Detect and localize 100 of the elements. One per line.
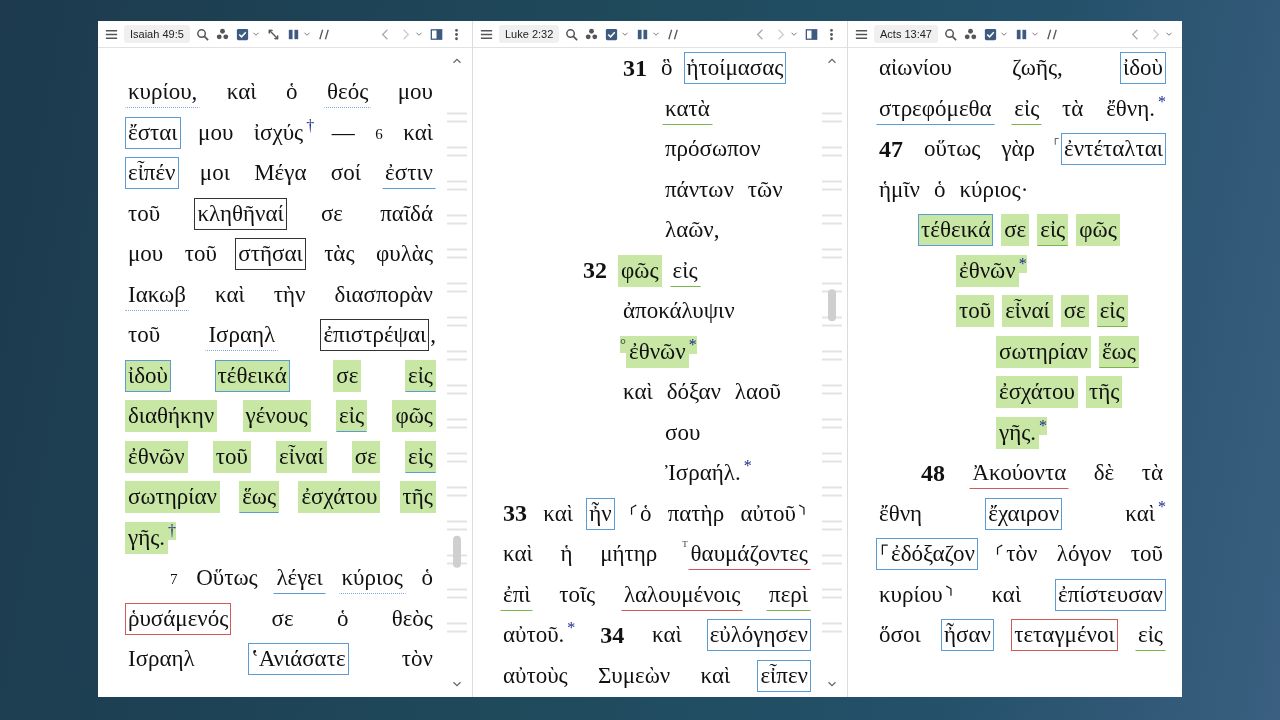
word: ⸂ὁ	[626, 499, 653, 528]
search-icon[interactable]	[943, 26, 958, 42]
underlined-word: ἐστιν	[382, 157, 436, 190]
underlined-word: εἰς	[1135, 619, 1166, 652]
word: ὁ	[932, 175, 947, 204]
word: μου	[127, 240, 165, 269]
critical-sign: ᵀ	[682, 538, 688, 556]
footnote-mark[interactable]: *	[567, 619, 576, 638]
word: εἶναί	[1002, 295, 1053, 328]
word: τοῦ	[127, 321, 162, 350]
word: καὶ	[699, 661, 732, 690]
word: παῖδά	[379, 199, 434, 228]
word: δόξαν	[665, 378, 722, 407]
footnote-mark[interactable]: *	[1158, 497, 1166, 516]
boxed-word: ἡτοίμασας	[683, 52, 787, 85]
word: καὶ	[542, 499, 574, 528]
verse-number: 7	[169, 570, 179, 590]
word: —	[330, 118, 356, 147]
word: ἐσχάτου	[996, 376, 1078, 409]
footnote-mark[interactable]: †	[168, 521, 177, 540]
search-icon[interactable]	[194, 26, 210, 42]
footnote-mark[interactable]: *	[1018, 254, 1027, 273]
panel-icon[interactable]	[804, 26, 819, 42]
word: μου	[396, 78, 434, 107]
reference-field[interactable]: Acts 13:47	[874, 25, 938, 43]
dotted-underlined-word: Ισραηλ	[205, 319, 279, 352]
boxed-word: ἦν	[586, 497, 615, 530]
word: σωτηρίαν	[125, 481, 220, 514]
footnote-mark[interactable]: *	[743, 457, 752, 476]
verse-number: 47	[878, 134, 904, 164]
verse-number: 48	[920, 458, 946, 488]
reference-field[interactable]: Isaiah 49:5	[124, 25, 190, 43]
word: τοῦ	[1129, 540, 1164, 569]
word: ὅσοι	[878, 621, 922, 650]
word: τὰ	[1140, 459, 1164, 488]
word: αὐτοὺς	[502, 661, 569, 690]
underlined-word: ἕως	[1098, 335, 1139, 368]
dotted-underlined-word: κυρίου,	[125, 76, 201, 109]
verse-number: 32	[582, 256, 608, 286]
underlined-word: λέγει	[273, 562, 326, 595]
word: Οὕτως	[195, 564, 259, 593]
dots-cluster-icon[interactable]	[214, 26, 230, 42]
underlined-word: θαυμάζοντες	[687, 538, 811, 571]
checkbox-icon[interactable]	[983, 26, 998, 42]
dots-cluster-icon[interactable]	[963, 26, 978, 42]
boxed-word: τεταγμένοι	[1011, 619, 1118, 652]
panel-icon[interactable]	[429, 26, 444, 42]
boxed-word: ἦσαν	[940, 619, 994, 652]
word: τῆς	[1085, 376, 1123, 409]
underlined-word: κατὰ	[662, 92, 713, 125]
word: ἀποκάλυψιν	[622, 297, 736, 326]
checkbox-icon[interactable]	[604, 26, 620, 42]
word: σοί	[329, 159, 362, 188]
reference-field[interactable]: Luke 2:32	[499, 25, 560, 43]
underlined-word: εἰς	[1037, 214, 1069, 247]
word: σε	[1060, 295, 1089, 328]
word: ἐθνῶν	[125, 440, 188, 473]
critical-sign: ⸀	[1053, 135, 1062, 154]
search-icon[interactable]	[564, 26, 580, 42]
boxed-word: ʽΑνιάσατε	[248, 643, 349, 676]
boxed-word: ἰδοὺ	[1120, 52, 1166, 85]
word: ἰσχύς	[252, 118, 305, 147]
footnote-mark[interactable]: *	[1158, 92, 1166, 111]
word: ὁ	[420, 564, 434, 593]
underlined-word: στρεφόμεθα	[876, 92, 995, 125]
underlined-word: εἰς	[405, 359, 436, 392]
punctuation: ,	[430, 322, 436, 349]
word: μοι	[198, 159, 231, 188]
word: σε	[351, 440, 380, 473]
word: λαῶν,	[664, 216, 721, 245]
word: ὃ	[660, 54, 674, 83]
word: Μέγα	[253, 159, 308, 188]
word: τὰς	[323, 240, 356, 269]
word: σωτηρίαν	[996, 335, 1091, 368]
underlined-word: περὶ	[766, 578, 811, 611]
word: φυλὰς	[375, 240, 434, 269]
underlined-word: εἰς	[336, 400, 368, 433]
underlined-word: λαλουμένοις	[620, 578, 744, 611]
word: φῶς	[618, 254, 662, 287]
footnote-mark[interactable]: *	[688, 335, 697, 354]
footnote-mark[interactable]: *	[1039, 416, 1048, 435]
underlined-word: ἕως	[239, 481, 280, 514]
word: τῆς	[399, 481, 436, 514]
word: εἶναί	[276, 440, 327, 473]
dotted-underlined-word: κύριος	[338, 562, 406, 595]
word: Ισραηλ	[127, 645, 196, 674]
checkbox-icon[interactable]	[234, 26, 250, 42]
word: μήτηρ	[599, 540, 659, 569]
word: καὶ	[651, 621, 683, 650]
word: ζωῆς,	[1011, 54, 1064, 83]
word: αὐτοῦ.	[502, 621, 566, 650]
word: θεὸς	[390, 604, 434, 633]
verse-number: 33	[502, 499, 528, 529]
footnote-mark[interactable]: †	[306, 116, 315, 135]
word: οὕτως	[923, 135, 982, 164]
word: λόγον	[1055, 540, 1113, 569]
dots-cluster-icon[interactable]	[584, 26, 600, 42]
word: καὶ	[214, 280, 246, 309]
underlined-word: εἰς	[1011, 92, 1043, 125]
underlined-word: εἰς	[669, 254, 701, 287]
